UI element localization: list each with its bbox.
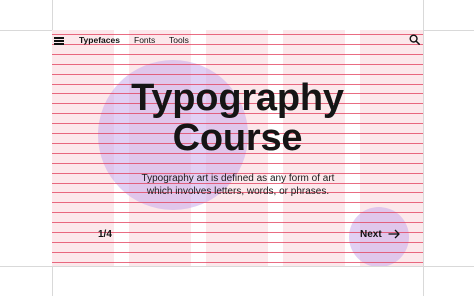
baseline-grid-line bbox=[52, 242, 423, 243]
baseline-grid-line bbox=[52, 252, 423, 253]
next-button-label: Next bbox=[360, 228, 382, 240]
page: Typefaces Fonts Tools Typography Course … bbox=[0, 0, 474, 296]
baseline-grid-line bbox=[52, 222, 423, 223]
baseline-grid-line bbox=[52, 54, 423, 55]
arrow-right-icon bbox=[388, 229, 400, 239]
hero-description: Typography art is defined as any form of… bbox=[141, 173, 335, 197]
next-button[interactable]: Next bbox=[360, 226, 400, 242]
top-nav: Typefaces Fonts Tools bbox=[52, 31, 423, 51]
baseline-grid-line bbox=[52, 163, 423, 164]
baseline-grid-line bbox=[52, 212, 423, 213]
page-title-line-2: Course bbox=[172, 117, 303, 159]
page-counter: 1/4 bbox=[98, 229, 112, 240]
nav-item-tools[interactable]: Tools bbox=[169, 35, 189, 45]
nav-item-fonts[interactable]: Fonts bbox=[134, 35, 155, 45]
search-icon[interactable] bbox=[409, 34, 420, 45]
baseline-grid-line bbox=[52, 262, 423, 263]
frame-line-right bbox=[423, 0, 424, 296]
nav-item-typefaces[interactable]: Typefaces bbox=[79, 35, 120, 45]
frame-line-bottom bbox=[0, 266, 474, 267]
baseline-grid-line bbox=[52, 64, 423, 65]
page-title-line-1: Typography bbox=[131, 77, 344, 119]
baseline-grid-line bbox=[52, 74, 423, 75]
baseline-grid-line bbox=[52, 202, 423, 203]
hamburger-icon[interactable] bbox=[54, 37, 64, 45]
